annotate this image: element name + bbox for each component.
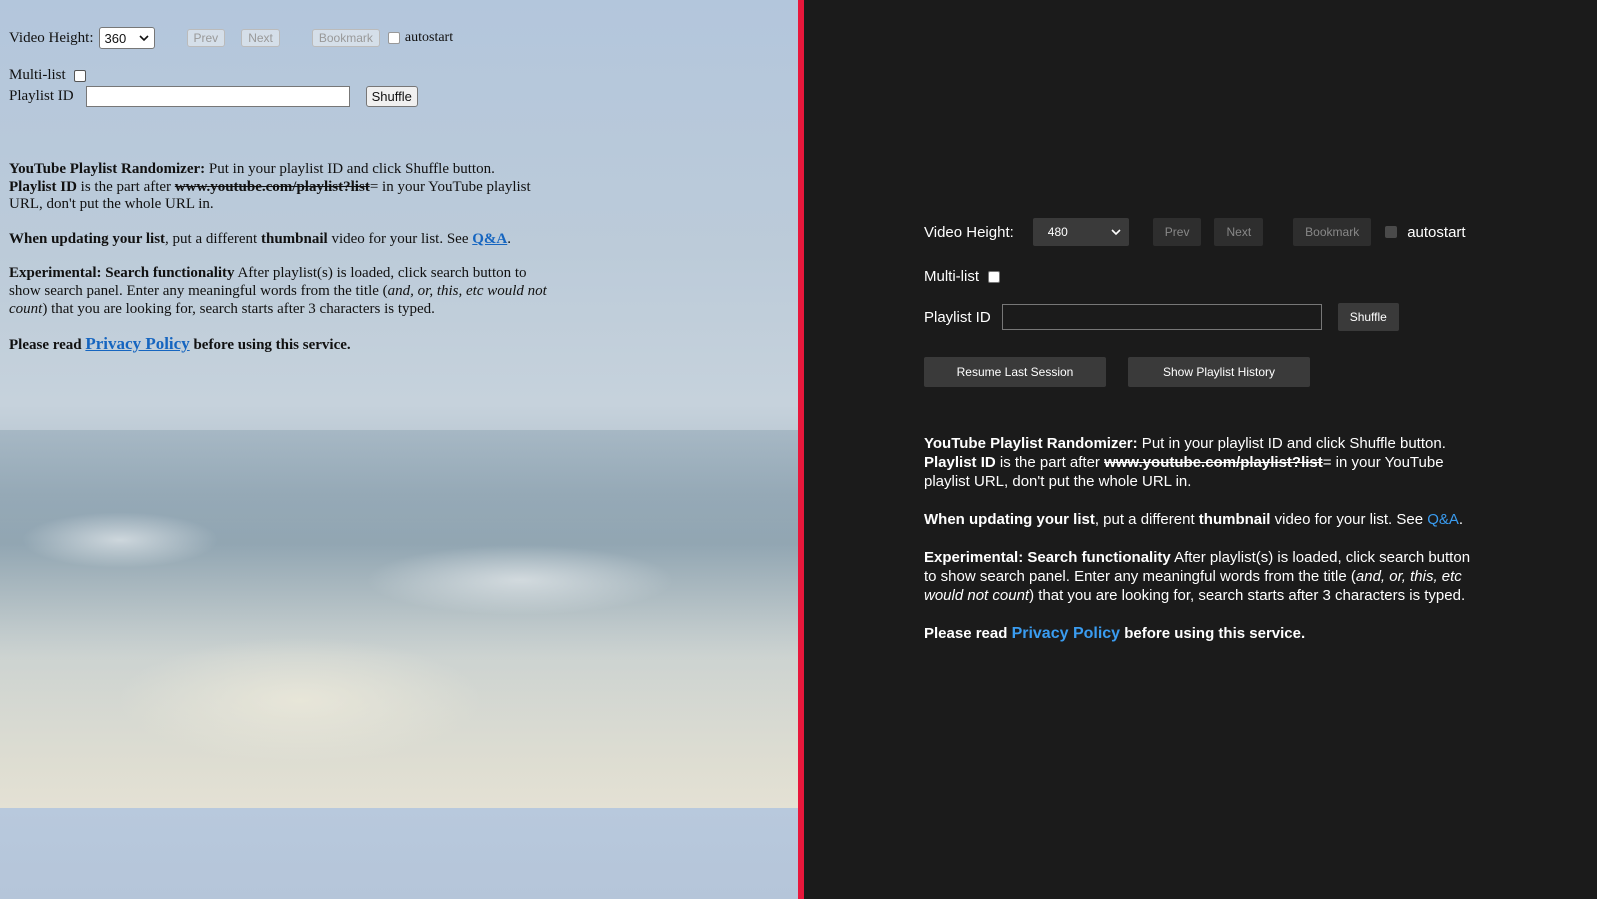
dark-video-height-label: Video Height: — [924, 223, 1014, 241]
prev-button[interactable]: Prev — [186, 29, 226, 47]
search-title: Experimental: Search functionality — [9, 265, 235, 282]
multilist-row: Multi-list — [9, 67, 86, 84]
bookmark-button[interactable]: Bookmark — [311, 29, 380, 47]
playlist-row: Playlist ID Shuffle — [9, 86, 418, 107]
video-height-value: 360 — [104, 30, 127, 46]
video-height-label: Video Height: — [9, 29, 94, 46]
privacy-text-end: before using this service. — [189, 337, 351, 354]
chevron-down-icon — [1111, 229, 1121, 236]
dark-update-title: When updating your list — [924, 511, 1095, 528]
dark-update-text: , put a different — [1094, 511, 1199, 528]
dark-autostart-label: autostart — [1407, 223, 1466, 241]
shuffle-button[interactable]: Shuffle — [365, 86, 418, 107]
dark-playlist-id-term: Playlist ID — [924, 454, 996, 471]
dark-info-paragraph-privacy: Please read Privacy Policy before using … — [924, 624, 1484, 643]
video-height-select[interactable]: 360 — [98, 27, 155, 49]
update-text: , put a different — [165, 230, 261, 247]
dark-multilist-checkbox[interactable] — [988, 270, 1000, 283]
dark-info-paragraph-intro: YouTube Playlist Randomizer: Put in your… — [924, 434, 1484, 491]
autostart-checkbox[interactable] — [387, 32, 400, 44]
dark-update-text-2: video for your list. See — [1270, 511, 1428, 528]
url-strike: www.youtube.com/playlist?list — [174, 178, 370, 195]
dark-playlist-id-text: is the part after — [995, 454, 1105, 471]
intro-title: YouTube Playlist Randomizer: — [9, 161, 206, 177]
info-paragraph-search: Experimental: Search functionality After… — [9, 265, 549, 318]
dark-playlist-id-label: Playlist ID — [924, 308, 991, 326]
dark-thumbnail-term: thumbnail — [1198, 511, 1271, 528]
qa-link[interactable]: Q&A — [472, 231, 507, 247]
info-paragraph-intro: YouTube Playlist Randomizer: Put in your… — [9, 161, 549, 214]
chevron-down-icon — [138, 35, 149, 42]
dark-info-paragraph-search: Experimental: Search functionality After… — [924, 548, 1484, 605]
search-text-end: ) that you are looking for, search start… — [42, 300, 435, 317]
playlist-id-input[interactable] — [85, 86, 350, 107]
privacy-policy-link[interactable]: Privacy Policy — [85, 334, 189, 353]
period: . — [507, 230, 511, 247]
dark-intro-title: YouTube Playlist Randomizer: — [924, 435, 1138, 452]
dark-multilist-label: Multi-list — [924, 268, 979, 285]
dark-period: . — [1458, 511, 1464, 528]
dark-top-controls-row: Video Height: 480 Prev Next Bookmark aut… — [924, 218, 1466, 246]
dark-info-paragraph-update: When updating your list, put a different… — [924, 510, 1484, 529]
playlist-id-text: is the part after — [76, 178, 175, 195]
intro-text: Put in your playlist ID and click Shuffl… — [205, 161, 495, 177]
dark-playlist-id-input[interactable] — [1001, 304, 1322, 330]
dark-privacy-text-end: before using this service. — [1120, 625, 1306, 642]
next-button[interactable]: Next — [241, 29, 280, 47]
beach-background-image — [0, 430, 798, 808]
background-lower — [0, 808, 798, 899]
info-text: YouTube Playlist Randomizer: Put in your… — [9, 161, 549, 372]
dark-intro-text: Put in your playlist ID and click Shuffl… — [1137, 435, 1446, 452]
dark-autostart-checkbox[interactable] — [1385, 226, 1398, 238]
dark-video-height-select[interactable]: 480 — [1032, 218, 1129, 246]
show-playlist-history-button[interactable]: Show Playlist History — [1128, 357, 1310, 387]
multilist-checkbox[interactable] — [73, 69, 86, 82]
privacy-text: Please read — [9, 337, 86, 354]
dark-privacy-text: Please read — [924, 625, 1012, 642]
dark-playlist-row: Playlist ID Shuffle — [924, 303, 1399, 331]
info-paragraph-update: When updating your list, put a different… — [9, 231, 549, 249]
resume-last-session-button[interactable]: Resume Last Session — [924, 357, 1106, 387]
update-text-2: video for your list. See — [327, 230, 473, 247]
light-theme-panel: Video Height: 360 Prev Next Bookmark aut… — [0, 0, 798, 899]
dark-url-strike: www.youtube.com/playlist?list — [1104, 454, 1323, 471]
info-paragraph-privacy: Please read Privacy Policy before using … — [9, 335, 549, 355]
dark-qa-link[interactable]: Q&A — [1427, 511, 1459, 528]
autostart-label: autostart — [404, 30, 454, 45]
dark-prev-button[interactable]: Prev — [1152, 218, 1202, 246]
playlist-id-term: Playlist ID — [9, 178, 77, 195]
dark-video-height-value: 480 — [1047, 225, 1068, 239]
dark-multilist-row: Multi-list — [924, 268, 1000, 285]
dark-bookmark-button[interactable]: Bookmark — [1293, 218, 1372, 246]
top-controls-row: Video Height: 360 Prev Next Bookmark aut… — [9, 27, 453, 49]
dark-privacy-policy-link[interactable]: Privacy Policy — [1012, 625, 1121, 642]
playlist-id-label: Playlist ID — [9, 88, 74, 104]
dark-theme-panel: Video Height: 480 Prev Next Bookmark aut… — [804, 0, 1597, 899]
multilist-label: Multi-list — [9, 67, 66, 83]
dark-search-title: Experimental: Search functionality — [924, 549, 1171, 566]
dark-info-text: YouTube Playlist Randomizer: Put in your… — [924, 434, 1484, 662]
thumbnail-term: thumbnail — [260, 230, 328, 247]
update-title: When updating your list — [9, 230, 166, 247]
session-buttons-row: Resume Last Session Show Playlist Histor… — [924, 357, 1332, 387]
dark-search-text-end: ) that you are looking for, search start… — [1029, 587, 1466, 604]
dark-next-button[interactable]: Next — [1214, 218, 1264, 246]
dark-shuffle-button[interactable]: Shuffle — [1337, 303, 1399, 331]
